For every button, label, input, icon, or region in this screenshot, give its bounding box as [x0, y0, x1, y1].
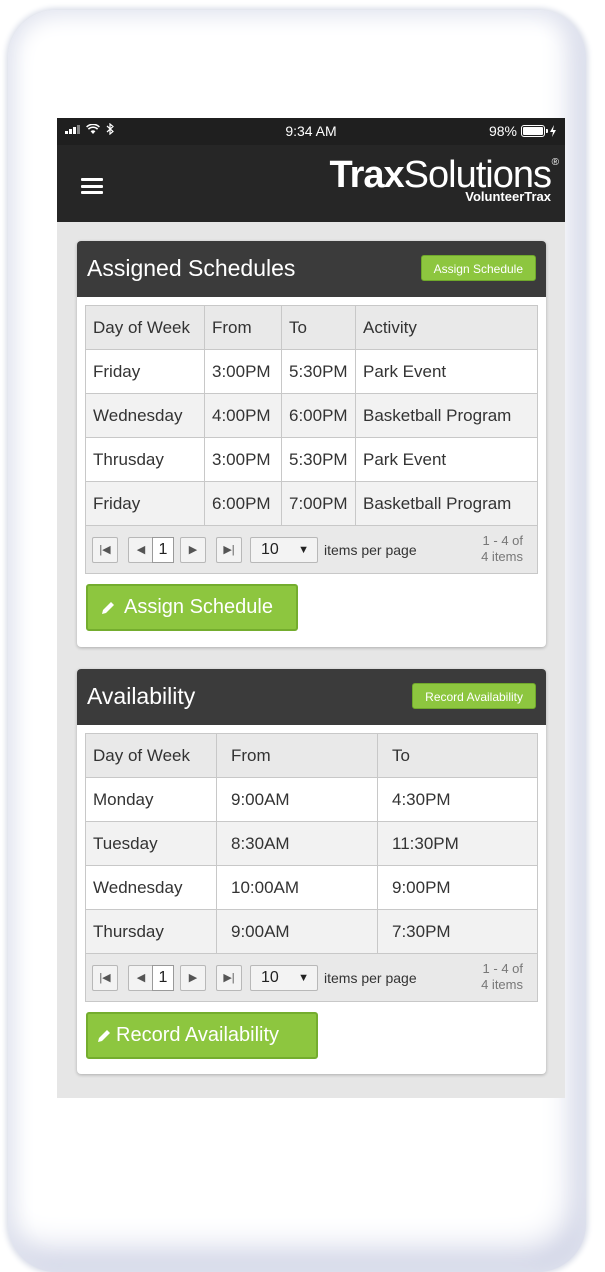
assigned-schedules-header: Assigned Schedules Assign Schedule: [77, 241, 546, 297]
table-row[interactable]: Tuesday 8:30AM 11:30PM: [85, 821, 538, 866]
app-header: TraxSolutions ® VolunteerTrax: [57, 145, 565, 222]
page-size-select[interactable]: 10 ▼: [250, 965, 318, 991]
battery-icon: [521, 125, 548, 137]
table-header-row: Day of Week From To Activity: [85, 305, 538, 350]
assign-schedule-button[interactable]: Assign Schedule: [86, 584, 298, 631]
record-availability-button[interactable]: Record Availability: [86, 1012, 318, 1059]
assign-schedule-header-button[interactable]: Assign Schedule: [420, 255, 536, 281]
table-row[interactable]: Thrusday 3:00PM 5:30PM Park Event: [85, 437, 538, 482]
items-per-page-label: items per page: [324, 542, 417, 558]
pager-info: 1 - 4 of 4 items: [481, 533, 523, 564]
panel-title: Assigned Schedules: [87, 255, 296, 281]
table-row[interactable]: Friday 6:00PM 7:00PM Basketball Program: [85, 481, 538, 526]
table-row[interactable]: Monday 9:00AM 4:30PM: [85, 777, 538, 822]
traxsolutions-logo: TraxSolutions ® VolunteerTrax: [329, 154, 560, 204]
column-header[interactable]: To: [377, 733, 538, 778]
column-header[interactable]: Day of Week: [85, 733, 217, 778]
availability-pager: |◀ ◀ 1 ▶ ▶| 10 ▼ items per page 1 - 4 of 4…: [85, 954, 538, 1002]
assigned-schedules-panel: Assigned Schedules Assign Schedule Day o…: [77, 241, 546, 647]
schedules-table: Day of Week From To Activity Friday 3:00P…: [85, 305, 538, 526]
availability-table: Day of Week From To Monday 9:00AM 4:30PM T…: [85, 733, 538, 954]
panel-title: Availability: [87, 683, 196, 709]
table-header-row: Day of Week From To: [85, 733, 538, 778]
availability-panel: Availability Record Availability Day of …: [77, 669, 546, 1074]
first-page-icon[interactable]: |◀: [92, 965, 118, 991]
next-page-icon[interactable]: ▶: [180, 965, 206, 991]
pencil-icon: [102, 601, 114, 614]
chevron-down-icon: ▼: [298, 544, 309, 556]
menu-icon[interactable]: [81, 178, 103, 194]
column-header[interactable]: From: [216, 733, 378, 778]
page-size-select[interactable]: 10 ▼: [250, 537, 318, 563]
table-row[interactable]: Wednesday 10:00AM 9:00PM: [85, 865, 538, 910]
column-header[interactable]: Day of Week: [85, 305, 205, 350]
chevron-down-icon: ▼: [298, 972, 309, 984]
current-page[interactable]: 1: [152, 537, 174, 563]
status-bar: 9:34 AM 98%: [57, 118, 565, 145]
pencil-icon: [98, 1029, 110, 1042]
record-availability-header-button[interactable]: Record Availability: [412, 683, 536, 709]
battery-percent: 98%: [488, 123, 517, 139]
schedules-pager: |◀ ◀ 1 ▶ ▶| 10 ▼ items per page 1 - 4 of 4…: [85, 526, 538, 574]
app-screen: 9:34 AM 98% TraxSolutions ® VolunteerTra…: [57, 118, 565, 1098]
prev-page-icon[interactable]: ◀: [128, 965, 154, 991]
column-header[interactable]: Activity: [355, 305, 538, 350]
column-header[interactable]: From: [204, 305, 282, 350]
charging-icon: [550, 125, 556, 137]
next-page-icon[interactable]: ▶: [180, 537, 206, 563]
table-row[interactable]: Wednesday 4:00PM 6:00PM Basketball Program: [85, 393, 538, 438]
last-page-icon[interactable]: ▶|: [216, 537, 242, 563]
first-page-icon[interactable]: |◀: [92, 537, 118, 563]
items-per-page-label: items per page: [324, 970, 417, 986]
availability-header: Availability Record Availability: [77, 669, 546, 725]
prev-page-icon[interactable]: ◀: [128, 537, 154, 563]
current-page[interactable]: 1: [152, 965, 174, 991]
table-row[interactable]: Friday 3:00PM 5:30PM Park Event: [85, 349, 538, 394]
column-header[interactable]: To: [281, 305, 356, 350]
table-row[interactable]: Thursday 9:00AM 7:30PM: [85, 909, 538, 954]
last-page-icon[interactable]: ▶|: [216, 965, 242, 991]
pager-info: 1 - 4 of 4 items: [481, 961, 523, 992]
